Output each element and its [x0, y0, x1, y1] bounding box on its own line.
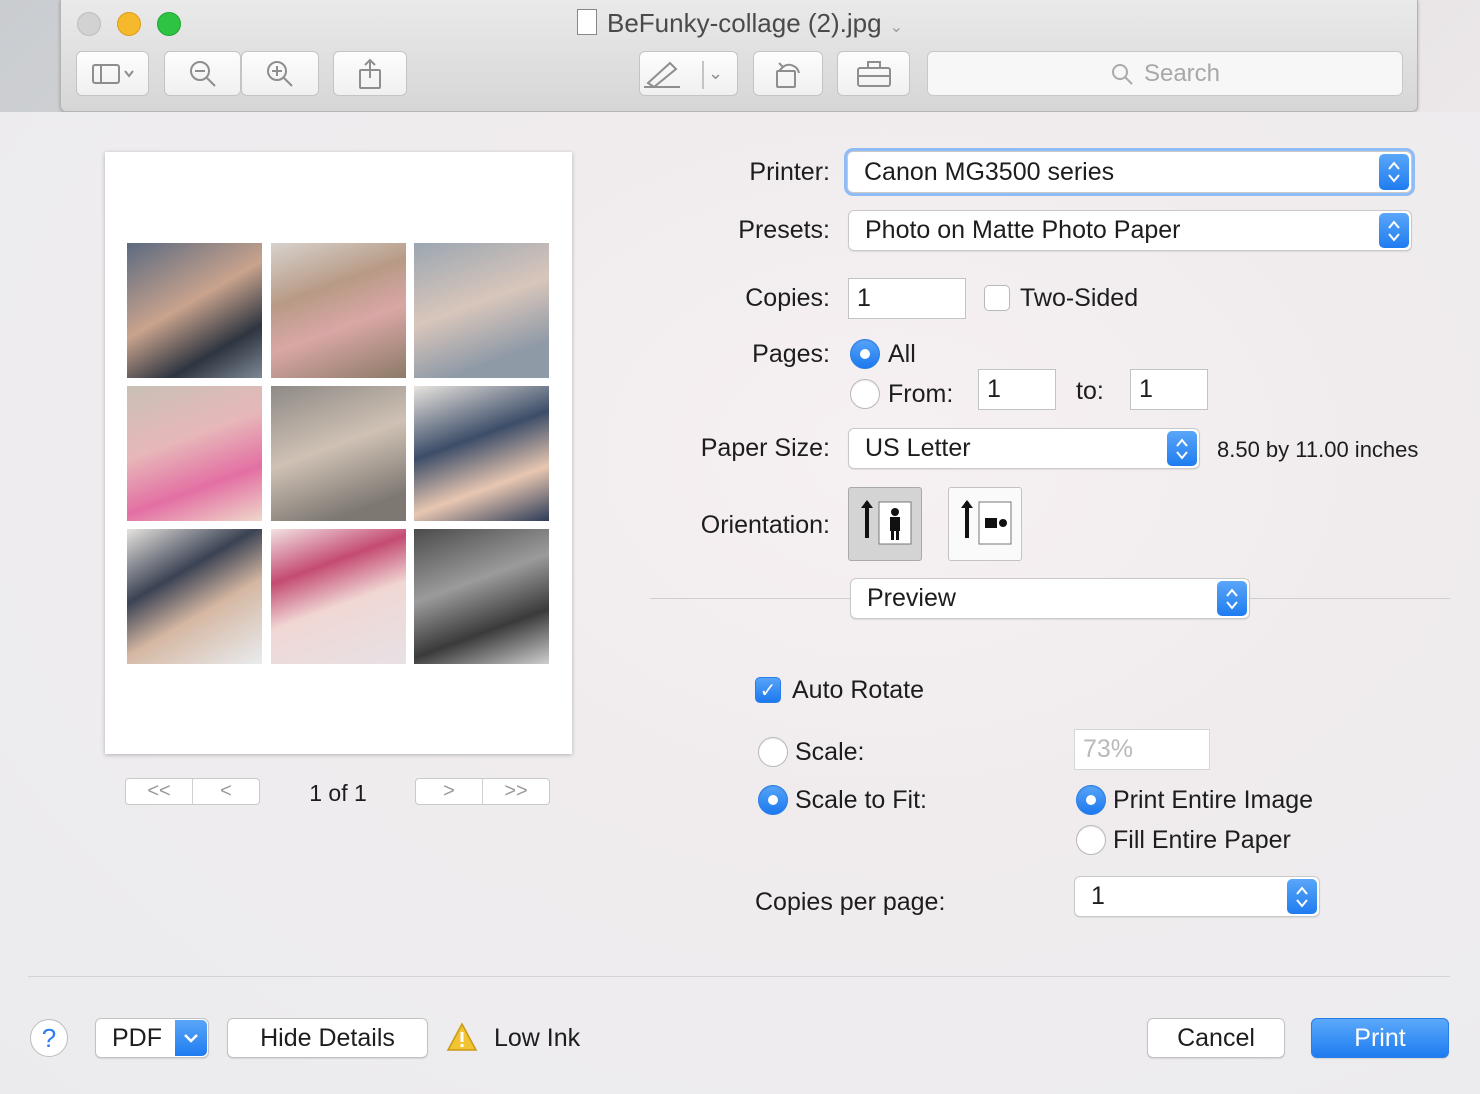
- collage-photo: [127, 386, 262, 521]
- footer-divider: [28, 976, 1450, 977]
- cancel-button[interactable]: Cancel: [1147, 1018, 1285, 1058]
- pdf-label: PDF: [112, 1023, 162, 1052]
- zoom-in-icon: [267, 60, 293, 87]
- scale-field[interactable]: 73%: [1074, 729, 1210, 770]
- share-icon: [359, 58, 381, 89]
- pages-from-radio[interactable]: [850, 379, 880, 409]
- updown-arrows-icon: [1167, 431, 1197, 466]
- pdf-menu-button[interactable]: PDF: [95, 1018, 209, 1058]
- paper-size-dimensions: 8.50 by 11.00 inches: [1217, 437, 1419, 462]
- updown-arrows-icon: [1287, 879, 1317, 914]
- print-entire-image-radio[interactable]: [1076, 785, 1106, 815]
- collage-photo: [127, 529, 262, 664]
- search-placeholder: Search: [1143, 59, 1221, 87]
- chevron-down-icon: [175, 1020, 207, 1056]
- section-value: Preview: [867, 584, 956, 612]
- window-toolbar: BeFunky-collage (2).jpg ⌄ ⌄ Search: [60, 0, 1418, 112]
- pages-label: Pages:: [752, 340, 830, 368]
- collage-photo: [271, 529, 406, 664]
- page-nav-forward: > >>: [415, 778, 550, 805]
- zoom-out-button[interactable]: [164, 51, 241, 96]
- warning-icon: [446, 1022, 478, 1057]
- markup-button[interactable]: ⌄: [639, 51, 738, 96]
- pages-to-label: to:: [1076, 377, 1104, 405]
- updown-arrows-icon: [1379, 154, 1409, 190]
- collage-photo: [127, 243, 262, 378]
- chevron-down-icon: ⌄: [708, 63, 724, 83]
- zoom-in-button[interactable]: [241, 51, 319, 96]
- paper-size-label: Paper Size:: [700, 434, 830, 462]
- window-title: BeFunky-collage (2).jpg: [607, 8, 882, 38]
- hide-details-button[interactable]: Hide Details: [227, 1018, 428, 1058]
- scale-label: Scale:: [795, 738, 865, 766]
- toolbox-icon: [856, 60, 891, 87]
- search-icon: [1111, 63, 1133, 85]
- rotate-icon: [776, 61, 800, 88]
- landscape-icon: [961, 500, 1012, 545]
- pages-all-radio[interactable]: [850, 339, 880, 369]
- collage-photo: [271, 243, 406, 378]
- scale-to-fit-radio[interactable]: [758, 785, 788, 815]
- scale-radio[interactable]: [758, 737, 788, 767]
- section-popup[interactable]: Preview: [850, 578, 1250, 619]
- copies-per-page-value: 1: [1091, 882, 1105, 910]
- auto-rotate-checkbox[interactable]: ✓: [755, 677, 781, 703]
- first-page-icon[interactable]: <<: [126, 779, 192, 804]
- share-button[interactable]: [333, 51, 407, 96]
- chevron-down-icon: ⌄: [889, 19, 903, 36]
- page-preview: [105, 152, 572, 754]
- portrait-icon: [861, 500, 912, 545]
- pages-all-label: All: [888, 340, 916, 368]
- fill-entire-paper-radio[interactable]: [1076, 825, 1106, 855]
- two-sided-label: Two-Sided: [1020, 284, 1139, 312]
- page-indicator: 1 of 1: [309, 780, 367, 806]
- fill-entire-paper-label: Fill Entire Paper: [1113, 826, 1291, 854]
- toolbox-button[interactable]: [837, 51, 910, 96]
- pen-icon: [644, 60, 704, 89]
- updown-arrows-icon: [1379, 213, 1409, 248]
- next-page-icon[interactable]: >: [416, 779, 482, 804]
- printer-value: Canon MG3500 series: [864, 157, 1115, 186]
- portrait-orientation-button[interactable]: [848, 487, 922, 561]
- collage-photo: [414, 386, 549, 521]
- collage-photo: [414, 529, 549, 664]
- sidebar-icon: [91, 63, 134, 84]
- presets-value: Photo on Matte Photo Paper: [865, 216, 1181, 244]
- paper-size-value: US Letter: [865, 434, 971, 462]
- last-page-icon[interactable]: >>: [482, 779, 549, 804]
- document-icon: [577, 9, 597, 35]
- low-ink-label: Low Ink: [494, 1024, 581, 1052]
- paper-size-popup[interactable]: US Letter: [848, 428, 1200, 469]
- rotate-button[interactable]: [753, 51, 823, 96]
- scale-to-fit-label: Scale to Fit:: [795, 786, 927, 814]
- sidebar-toggle-button[interactable]: [76, 51, 149, 96]
- print-entire-image-label: Print Entire Image: [1113, 786, 1314, 814]
- collage-photo: [271, 386, 406, 521]
- presets-label: Presets:: [738, 216, 830, 244]
- search-field[interactable]: Search: [927, 51, 1403, 96]
- print-button[interactable]: Print: [1311, 1018, 1449, 1058]
- copies-per-page-popup[interactable]: 1: [1074, 876, 1320, 917]
- page-nav-back: << <: [125, 778, 260, 805]
- auto-rotate-label: Auto Rotate: [792, 676, 925, 704]
- previous-page-icon[interactable]: <: [192, 779, 259, 804]
- copies-label: Copies:: [745, 284, 830, 312]
- copies-per-page-label: Copies per page:: [755, 888, 946, 916]
- pages-to-field[interactable]: 1: [1130, 369, 1208, 410]
- orientation-label: Orientation:: [700, 511, 830, 539]
- landscape-orientation-button[interactable]: [948, 487, 1022, 561]
- help-button[interactable]: ?: [30, 1019, 68, 1057]
- pages-from-field[interactable]: 1: [978, 369, 1056, 410]
- zoom-out-icon: [189, 60, 216, 87]
- copies-field[interactable]: 1: [848, 278, 966, 319]
- collage-photo: [414, 243, 549, 378]
- window-title-bar[interactable]: BeFunky-collage (2).jpg ⌄: [61, 8, 1419, 39]
- pages-from-label: From:: [888, 380, 954, 408]
- two-sided-checkbox[interactable]: [984, 285, 1010, 311]
- printer-popup[interactable]: Canon MG3500 series: [847, 151, 1412, 193]
- printer-label: Printer:: [749, 158, 830, 186]
- presets-popup[interactable]: Photo on Matte Photo Paper: [848, 210, 1412, 251]
- updown-arrows-icon: [1217, 581, 1247, 616]
